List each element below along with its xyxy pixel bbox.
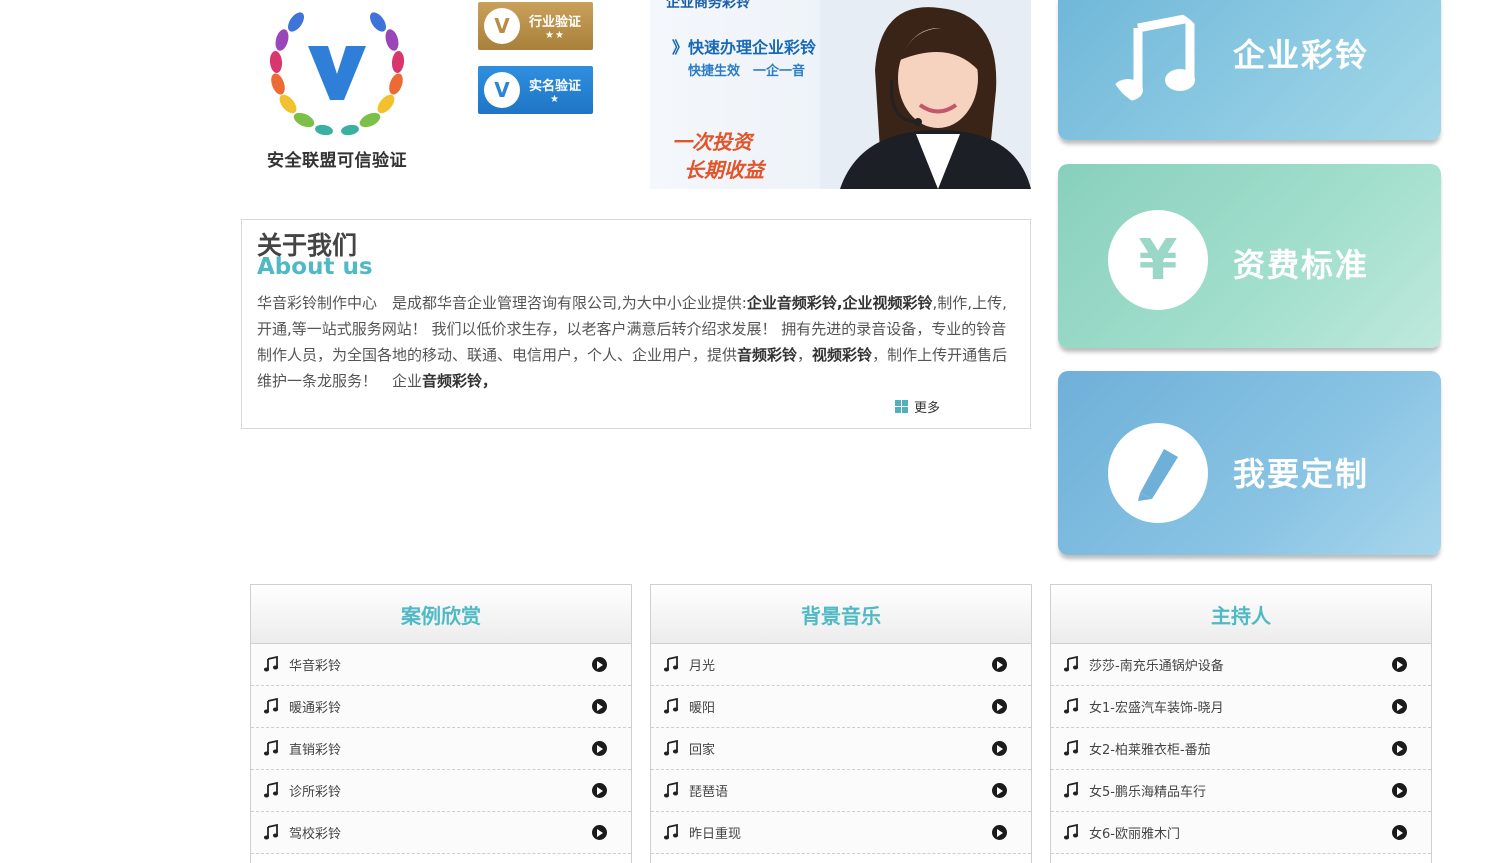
music-note-icon: [1063, 824, 1079, 840]
about-title-en: About us: [257, 254, 373, 280]
verified-v-icon: V: [484, 72, 520, 108]
list-item[interactable]: 回家: [651, 728, 1031, 770]
music-note-icon: [263, 782, 279, 798]
list-item[interactable]: 女2-柏莱雅衣柜-番茄: [1051, 728, 1431, 770]
list-item[interactable]: 琵琶语: [651, 770, 1031, 812]
list-item[interactable]: 华音彩铃: [251, 644, 631, 686]
verified-v-icon: V: [484, 8, 520, 44]
banner-logo-text: 企业商务彩铃: [666, 0, 750, 11]
play-icon[interactable]: [592, 657, 607, 672]
tile-custom-order[interactable]: 我要定制: [1058, 371, 1441, 555]
tile-enterprise-ringtone-label: 企业彩铃: [1233, 36, 1370, 74]
music-note-icon: [263, 824, 279, 840]
list-item[interactable]: 莎莎-南充乐通锅炉设备: [1051, 644, 1431, 686]
play-icon[interactable]: [1392, 825, 1407, 840]
music-note-icon: [1113, 12, 1195, 101]
list-hosts: 主持人 莎莎-南充乐通锅炉设备 女1-宏盛汽车装饰-晓月 女2-柏莱雅衣柜-番茄…: [1050, 584, 1432, 863]
music-note-icon: [263, 740, 279, 756]
promo-banner[interactable]: 企业商务彩铃 》快速办理企业彩铃 快捷生效 一企一音 一次投资 长期收益: [650, 0, 1031, 189]
play-icon[interactable]: [592, 741, 607, 756]
play-icon[interactable]: [592, 825, 607, 840]
play-icon[interactable]: [1392, 741, 1407, 756]
list-title: 背景音乐: [651, 585, 1031, 644]
trust-alliance-caption: 安全联盟可信验证: [267, 151, 407, 171]
list-background-music: 背景音乐 月光 暖阳 回家 琵琶语 昨日重现: [650, 584, 1032, 863]
banner-headline: 》快速办理企业彩铃: [672, 38, 817, 57]
list-item[interactable]: 女6-欧丽雅木门: [1051, 812, 1431, 854]
play-icon[interactable]: [992, 825, 1007, 840]
about-body-text: 华音彩铃制作中心 是成都华音企业管理咨询有限公司,为大中小企业提供:企业音频彩铃…: [257, 294, 1008, 390]
banner-subline: 快捷生效 一企一音: [688, 64, 806, 79]
music-note-icon: [663, 782, 679, 798]
industry-verification-label: 行业验证: [528, 15, 581, 30]
customer-service-agent-image: [820, 0, 1031, 189]
play-icon[interactable]: [592, 783, 607, 798]
industry-verification-stars: ★★: [545, 30, 565, 41]
banner-slogan-line2: 长期收益: [684, 158, 764, 182]
list-item[interactable]: 昨日重现: [651, 812, 1031, 854]
laurel-v-logo-icon: [269, 12, 405, 136]
tile-pricing-label: 资费标准: [1233, 246, 1370, 284]
play-icon[interactable]: [1392, 699, 1407, 714]
list-item[interactable]: 直销彩铃: [251, 728, 631, 770]
about-more-link[interactable]: 更多: [895, 397, 940, 416]
pencil-icon: [1108, 423, 1208, 523]
banner-slogan-line1: 一次投资: [672, 130, 752, 154]
realname-verification-badge[interactable]: V 实名验证 ★: [478, 66, 593, 114]
play-icon[interactable]: [592, 699, 607, 714]
music-note-icon: [663, 824, 679, 840]
tile-pricing[interactable]: ¥ 资费标准: [1058, 164, 1441, 348]
play-icon[interactable]: [992, 699, 1007, 714]
play-icon[interactable]: [1392, 657, 1407, 672]
list-item[interactable]: 诊所彩铃: [251, 770, 631, 812]
list-item[interactable]: 月光: [651, 644, 1031, 686]
music-note-icon: [1063, 698, 1079, 714]
play-icon[interactable]: [992, 783, 1007, 798]
music-note-icon: [263, 656, 279, 672]
music-note-icon: [1063, 740, 1079, 756]
list-case-showcase: 案例欣赏 华音彩铃 暖通彩铃 直销彩铃 诊所彩铃 驾校彩铃: [250, 584, 632, 863]
play-icon[interactable]: [992, 741, 1007, 756]
music-note-icon: [1063, 656, 1079, 672]
music-note-icon: [263, 698, 279, 714]
list-item[interactable]: 暖通彩铃: [251, 686, 631, 728]
list-item[interactable]: 驾校彩铃: [251, 812, 631, 854]
industry-verification-badge[interactable]: V 行业验证 ★★: [478, 2, 593, 50]
tile-custom-order-label: 我要定制: [1233, 455, 1370, 493]
music-note-icon: [663, 698, 679, 714]
realname-verification-stars: ★: [550, 94, 560, 105]
music-note-icon: [663, 656, 679, 672]
plus-grid-icon: [895, 400, 908, 413]
list-item[interactable]: 女1-宏盛汽车装饰-晓月: [1051, 686, 1431, 728]
list-title: 主持人: [1051, 585, 1431, 644]
yen-icon: ¥: [1108, 210, 1208, 310]
play-icon[interactable]: [1392, 783, 1407, 798]
trust-alliance-badge[interactable]: 安全联盟可信验证: [258, 4, 416, 172]
realname-verification-label: 实名验证: [528, 79, 581, 94]
play-icon[interactable]: [992, 657, 1007, 672]
music-note-icon: [663, 740, 679, 756]
tile-enterprise-ringtone[interactable]: 企业彩铃: [1058, 0, 1441, 140]
music-note-icon: [1063, 782, 1079, 798]
list-item[interactable]: 暖阳: [651, 686, 1031, 728]
about-us-section: 关于我们 About us 华音彩铃制作中心 是成都华音企业管理咨询有限公司,为…: [241, 219, 1031, 429]
list-title: 案例欣赏: [251, 585, 631, 644]
list-item[interactable]: 女5-鹏乐海精品车行: [1051, 770, 1431, 812]
